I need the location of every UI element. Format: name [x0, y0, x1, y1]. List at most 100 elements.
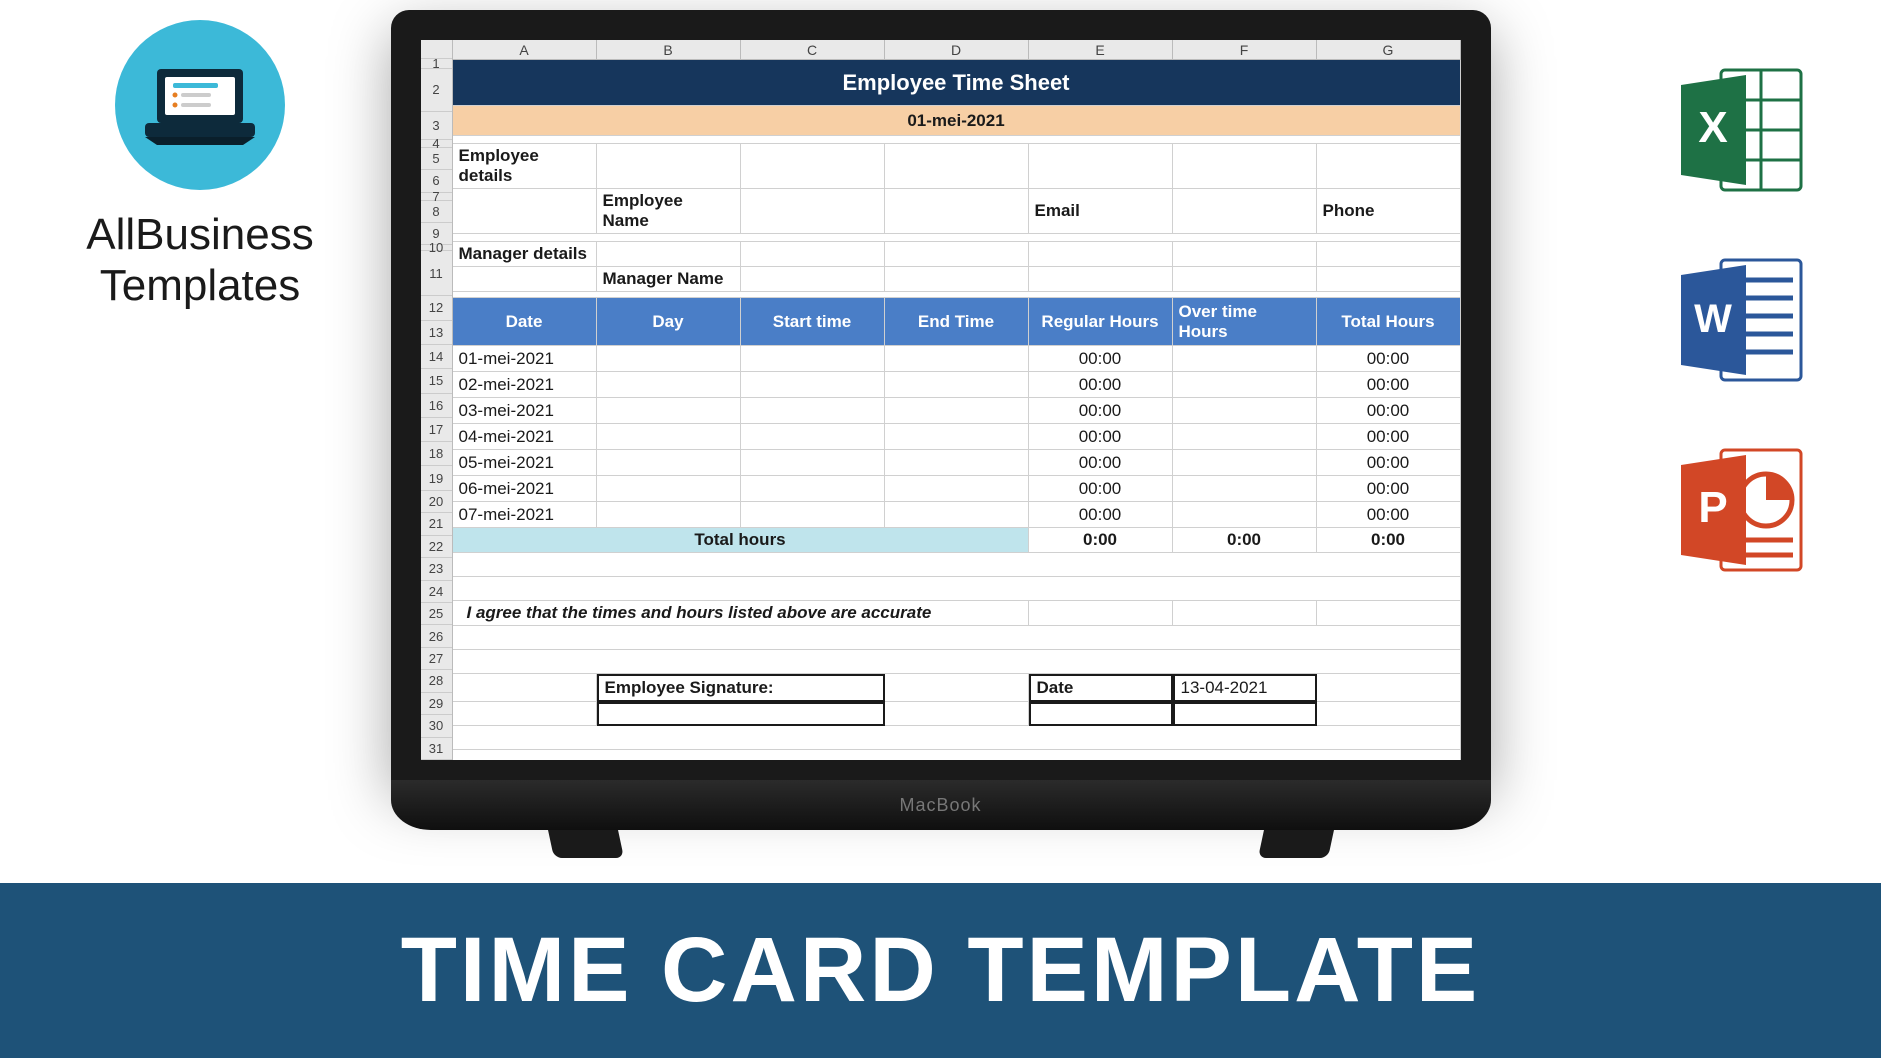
cell[interactable] [741, 424, 885, 450]
cell[interactable] [1029, 242, 1173, 267]
cell[interactable] [1029, 702, 1173, 726]
cell[interactable] [453, 626, 1461, 650]
cell-total[interactable]: 00:00 [1317, 502, 1461, 528]
cell[interactable] [1173, 450, 1317, 476]
cell[interactable] [885, 502, 1029, 528]
row-number: 28 [421, 670, 452, 692]
cell[interactable] [1317, 144, 1461, 189]
cell[interactable] [1317, 702, 1461, 726]
cell-reg[interactable]: 00:00 [1029, 450, 1173, 476]
cell[interactable] [1317, 267, 1461, 292]
row-number: 11 [421, 251, 452, 296]
column-header: E [1029, 40, 1173, 60]
cell[interactable] [1029, 601, 1173, 626]
cell[interactable] [1173, 346, 1317, 372]
cell[interactable] [1317, 674, 1461, 702]
cell[interactable] [453, 674, 597, 702]
cell[interactable] [1173, 702, 1317, 726]
cell[interactable] [1173, 242, 1317, 267]
cell[interactable] [1173, 601, 1317, 626]
row-number: 25 [421, 603, 452, 625]
cell[interactable] [741, 267, 885, 292]
cell[interactable] [597, 502, 741, 528]
cell[interactable] [741, 144, 885, 189]
cell[interactable] [741, 242, 885, 267]
cell[interactable] [597, 398, 741, 424]
cell[interactable] [885, 267, 1029, 292]
row-number: 1 [421, 59, 452, 69]
cell[interactable] [885, 674, 1029, 702]
cell-reg[interactable]: 00:00 [1029, 372, 1173, 398]
cell[interactable] [1173, 502, 1317, 528]
cell-reg[interactable]: 00:00 [1029, 346, 1173, 372]
cell[interactable] [453, 750, 1461, 760]
cell-total[interactable]: 00:00 [1317, 372, 1461, 398]
cell[interactable] [885, 189, 1029, 234]
cell-reg[interactable]: 00:00 [1029, 476, 1173, 502]
cell-date[interactable]: 04-mei-2021 [453, 424, 597, 450]
cell[interactable] [597, 424, 741, 450]
email-label: Email [1029, 189, 1173, 234]
cell[interactable] [453, 726, 1461, 750]
cell[interactable] [885, 424, 1029, 450]
cell[interactable] [1029, 267, 1173, 292]
cell[interactable] [885, 372, 1029, 398]
cell-date[interactable]: 01-mei-2021 [453, 346, 597, 372]
cell-total[interactable]: 00:00 [1317, 346, 1461, 372]
spreadsheet-grid[interactable]: ABCDEFG Employee Time Sheet 01-mei-2021 … [453, 40, 1461, 760]
sheet-date-heading: 01-mei-2021 [453, 106, 1461, 136]
employee-date-value[interactable]: 13-04-2021 [1173, 674, 1317, 702]
cell[interactable] [453, 650, 1461, 674]
cell[interactable] [885, 398, 1029, 424]
cell[interactable] [741, 372, 885, 398]
cell[interactable] [741, 346, 885, 372]
cell[interactable] [597, 346, 741, 372]
cell-date[interactable]: 02-mei-2021 [453, 372, 597, 398]
cell[interactable] [1317, 242, 1461, 267]
cell[interactable] [453, 189, 597, 234]
cell[interactable] [1029, 144, 1173, 189]
cell-total[interactable]: 00:00 [1317, 476, 1461, 502]
cell[interactable] [453, 577, 1461, 601]
cell[interactable] [885, 702, 1029, 726]
laptop-mockup: 1234567891011121314151617181920212223242… [391, 10, 1491, 830]
row-number: 20 [421, 491, 452, 513]
cell-total[interactable]: 00:00 [1317, 398, 1461, 424]
cell[interactable] [741, 189, 885, 234]
cell[interactable] [1173, 424, 1317, 450]
cell[interactable] [1173, 476, 1317, 502]
cell[interactable] [741, 502, 885, 528]
cell[interactable] [597, 144, 741, 189]
cell-reg[interactable]: 00:00 [1029, 424, 1173, 450]
cell-total[interactable]: 00:00 [1317, 424, 1461, 450]
employee-signature-field[interactable] [597, 702, 885, 726]
cell[interactable] [885, 346, 1029, 372]
cell[interactable] [453, 267, 597, 292]
cell[interactable] [1173, 398, 1317, 424]
cell-date[interactable]: 03-mei-2021 [453, 398, 597, 424]
cell[interactable] [885, 476, 1029, 502]
cell[interactable] [1173, 144, 1317, 189]
cell[interactable] [1173, 267, 1317, 292]
cell[interactable] [597, 476, 741, 502]
cell-date[interactable]: 05-mei-2021 [453, 450, 597, 476]
cell[interactable] [1173, 372, 1317, 398]
cell-date[interactable]: 07-mei-2021 [453, 502, 597, 528]
cell[interactable] [885, 450, 1029, 476]
cell[interactable] [597, 372, 741, 398]
cell[interactable] [741, 398, 885, 424]
cell[interactable] [1173, 189, 1317, 234]
cell[interactable] [885, 242, 1029, 267]
cell-total[interactable]: 00:00 [1317, 450, 1461, 476]
cell[interactable] [1317, 601, 1461, 626]
cell-reg[interactable]: 00:00 [1029, 502, 1173, 528]
cell[interactable] [741, 450, 885, 476]
cell[interactable] [597, 242, 741, 267]
cell[interactable] [885, 144, 1029, 189]
cell[interactable] [741, 476, 885, 502]
cell[interactable] [597, 450, 741, 476]
cell[interactable] [453, 553, 1461, 577]
cell-reg[interactable]: 00:00 [1029, 398, 1173, 424]
cell-date[interactable]: 06-mei-2021 [453, 476, 597, 502]
cell[interactable] [453, 702, 597, 726]
